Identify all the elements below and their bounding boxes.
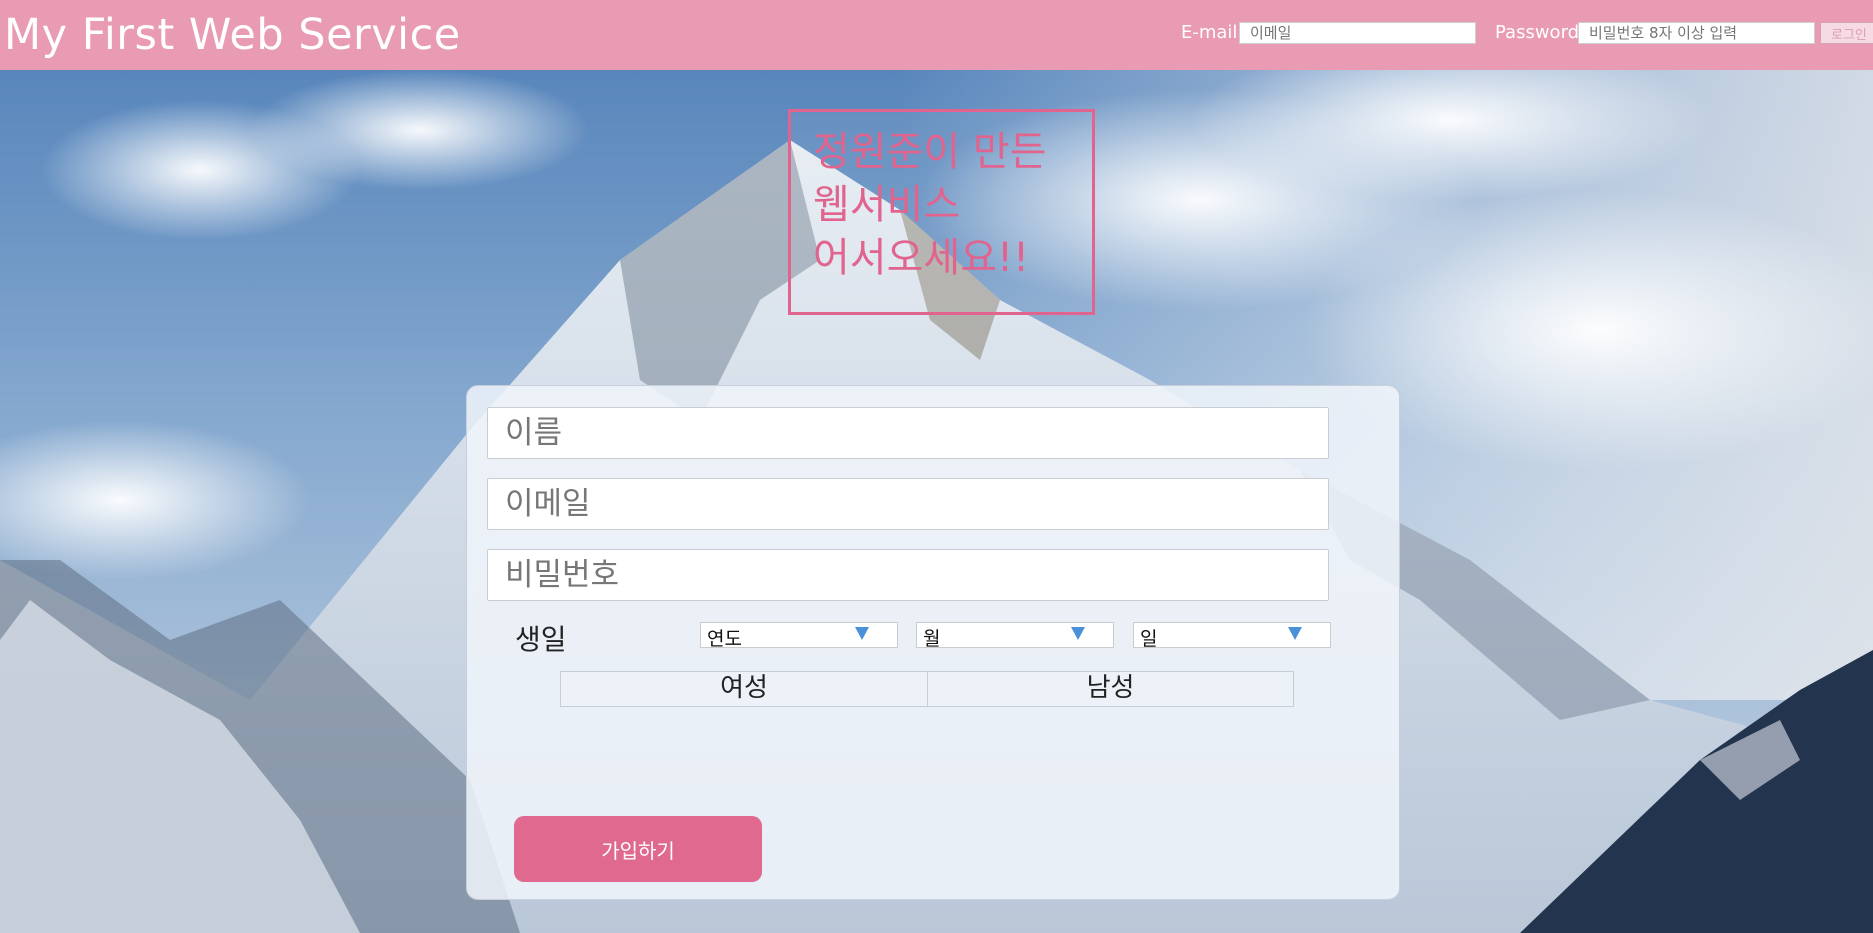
signup-submit-button[interactable]: 가입하기 <box>514 816 762 882</box>
birthday-label: 생일 <box>515 623 567 656</box>
name-input[interactable] <box>487 407 1329 459</box>
month-select[interactable]: 월 <box>916 622 1114 650</box>
dropdown-arrow-icon <box>1071 627 1085 640</box>
site-title: My First Web Service <box>4 10 461 60</box>
email-input[interactable] <box>487 478 1329 530</box>
email-label: E-mail <box>1181 22 1238 43</box>
top-header-bar: My First Web Service E-mail Password 로그인 <box>0 0 1873 70</box>
dropdown-arrow-icon <box>855 627 869 640</box>
month-select-value: 월 <box>923 628 941 650</box>
password-label: Password <box>1495 22 1580 43</box>
login-button[interactable]: 로그인 <box>1820 22 1873 44</box>
signup-form-card: 생일 연도 월 일 여성 남성 가입하기 <box>466 385 1400 900</box>
welcome-line-1: 정원준이 만든 <box>813 129 1047 175</box>
gender-female-option[interactable]: 여성 <box>560 671 928 707</box>
year-select[interactable]: 연도 <box>700 622 898 650</box>
day-select-value: 일 <box>1140 628 1158 650</box>
welcome-line-2: 웹서비스 <box>813 182 961 228</box>
dropdown-arrow-icon <box>1288 627 1302 640</box>
welcome-line-3: 어서오세요!! <box>813 235 1030 281</box>
password-input[interactable] <box>487 549 1329 601</box>
day-select[interactable]: 일 <box>1133 622 1331 650</box>
welcome-message-box: 정원준이 만든 웹서비스 어서오세요!! <box>788 109 1095 315</box>
year-select-value: 연도 <box>707 628 742 650</box>
login-email-input[interactable] <box>1239 22 1476 44</box>
login-password-input[interactable] <box>1578 22 1815 44</box>
gender-male-option[interactable]: 남성 <box>927 671 1294 707</box>
